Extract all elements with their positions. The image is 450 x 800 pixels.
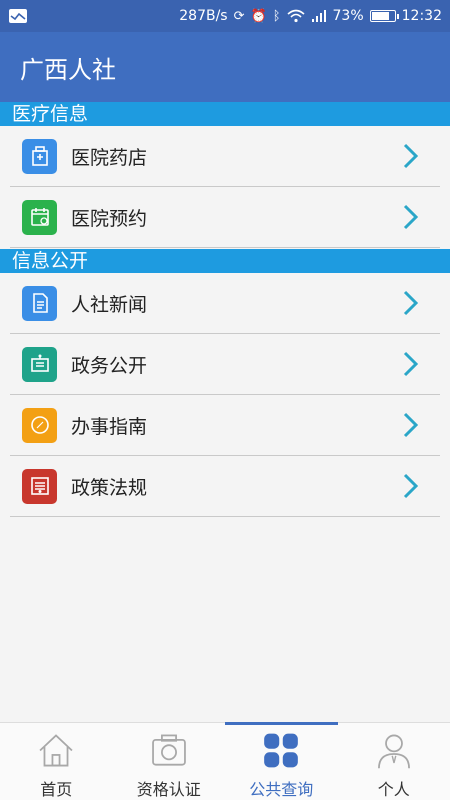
page-title: 广西人社 <box>20 55 116 84</box>
network-speed: 287B/s <box>179 8 228 24</box>
clock: 12:32 <box>401 8 442 24</box>
list-item-government-affairs[interactable]: 政务公开 <box>10 334 440 395</box>
chevron-right-icon <box>403 204 419 230</box>
chevron-right-icon <box>403 290 419 316</box>
home-icon <box>39 734 73 767</box>
nav-qualification[interactable]: 资格认证 <box>113 723 226 800</box>
list-item-hr-news[interactable]: 人社新闻 <box>10 273 440 334</box>
status-bar: 287B/s ⟳ ⏰ ᛒ 73% 12:32 <box>0 0 450 32</box>
compass-icon <box>22 407 57 443</box>
battery-icon <box>369 10 399 22</box>
app-bar: 广西人社 <box>0 32 450 102</box>
message-notification-icon <box>9 9 27 23</box>
nav-label: 个人 <box>377 780 410 799</box>
section-header-medical: 医疗信息 <box>0 102 450 126</box>
signal-icon <box>311 10 326 22</box>
wifi-icon <box>286 9 305 23</box>
notice-board-icon <box>22 346 57 382</box>
list-item-label: 人社新闻 <box>71 293 148 316</box>
nav-personal[interactable]: 个人 <box>338 723 450 800</box>
bluetooth-icon: ᛒ <box>272 8 281 24</box>
document-icon <box>22 285 57 321</box>
camera-icon <box>151 734 186 766</box>
list-item-service-guide[interactable]: 办事指南 <box>10 395 440 456</box>
nav-label: 公共查询 <box>249 780 314 799</box>
list-item-label: 政策法规 <box>71 476 148 499</box>
list-item-label: 医院预约 <box>71 207 148 230</box>
battery-percent: 73% <box>332 8 364 24</box>
person-icon <box>377 734 410 769</box>
rotation-icon: ⟳ <box>233 8 245 24</box>
list-item-label: 办事指南 <box>71 415 148 438</box>
section-header-info-public: 信息公开 <box>0 249 450 273</box>
nav-label: 资格认证 <box>136 780 201 799</box>
chevron-right-icon <box>403 351 419 377</box>
list-item-policy-regulations[interactable]: 政策法规 <box>10 456 440 517</box>
hospital-icon <box>22 138 57 174</box>
list-item-label: 医院药店 <box>71 146 148 169</box>
chevron-right-icon <box>403 412 419 438</box>
list-item-hospital-appointment[interactable]: 医院预约 <box>10 187 440 248</box>
nav-label: 首页 <box>40 780 73 799</box>
nav-public-query[interactable]: 公共查询 <box>225 722 338 800</box>
chevron-right-icon <box>403 473 419 499</box>
chevron-right-icon <box>403 143 419 169</box>
nav-home[interactable]: 首页 <box>0 723 113 800</box>
regulation-icon <box>22 468 57 504</box>
grid-icon <box>264 733 299 768</box>
calendar-icon <box>22 199 57 235</box>
bottom-nav: 首页 资格认证 公共查询 个人 <box>0 722 450 800</box>
list-item-label: 政务公开 <box>71 354 148 377</box>
list-item-hospital-pharmacy[interactable]: 医院药店 <box>10 126 440 187</box>
alarm-icon: ⏰ <box>250 8 267 24</box>
